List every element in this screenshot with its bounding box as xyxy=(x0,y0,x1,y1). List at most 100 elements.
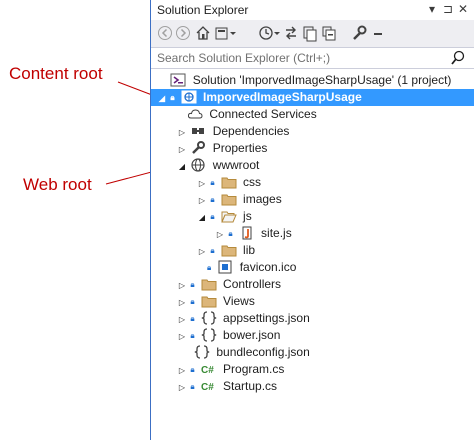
tree-item-label: images xyxy=(243,192,282,206)
lock-icon: 🔒︎ xyxy=(190,331,195,340)
tree-item-appsettings[interactable]: ▷ 🔒︎ appsettings.json xyxy=(177,310,310,327)
collapsed-arrow-icon[interactable]: ▷ xyxy=(177,124,187,141)
lock-icon: 🔒︎ xyxy=(190,280,195,289)
collapsed-arrow-icon[interactable]: ▷ xyxy=(197,243,207,260)
lock-icon: 🔒︎ xyxy=(210,212,215,221)
properties-button[interactable] xyxy=(351,24,367,42)
open-folder-icon xyxy=(220,209,237,223)
pending-changes-filter-button[interactable] xyxy=(258,24,282,42)
search-input[interactable]: Search Solution Explorer (Ctrl+;) xyxy=(151,48,474,69)
back-button[interactable] xyxy=(157,24,173,42)
collapsed-arrow-icon[interactable]: ▷ xyxy=(177,328,187,345)
tree-item-label: site.js xyxy=(261,226,292,240)
tree-item-program-cs[interactable]: ▷ 🔒︎ C# Program.cs xyxy=(177,361,284,378)
folder-icon xyxy=(201,277,217,291)
lock-icon: 🔒︎ xyxy=(190,382,195,391)
tree-item-startup-cs[interactable]: ▷ 🔒︎ C# Startup.cs xyxy=(177,378,277,395)
tree-item-views[interactable]: ▷ 🔒︎ Views xyxy=(177,293,255,310)
tree-item-properties[interactable]: ▷ Properties xyxy=(177,140,267,157)
web-root-label: Web root xyxy=(23,175,92,194)
tree-item-favicon[interactable]: 🔒︎ favicon.ico xyxy=(207,259,296,276)
tree-item-label: lib xyxy=(243,243,256,257)
collapsed-arrow-icon[interactable]: ▷ xyxy=(215,226,225,243)
tree-item-label: css xyxy=(243,175,262,189)
svg-text:C#: C# xyxy=(201,382,214,393)
lock-icon: 🔒︎ xyxy=(207,263,212,272)
tree-item-dependencies[interactable]: ▷ Dependencies xyxy=(177,123,290,141)
collapse-all-button[interactable] xyxy=(321,24,337,42)
javascript-file-icon xyxy=(239,226,255,240)
lock-icon: 🔒︎ xyxy=(170,93,175,102)
pin-icon[interactable]: ⊐ xyxy=(443,2,453,16)
tree-item-label: Program.cs xyxy=(223,362,285,376)
tree-item-controllers[interactable]: ▷ 🔒︎ Controllers xyxy=(177,276,281,293)
folder-icon xyxy=(221,175,237,189)
collapsed-arrow-icon[interactable]: ▷ xyxy=(177,141,187,158)
back-icon xyxy=(158,26,172,40)
collapsed-arrow-icon[interactable]: ▷ xyxy=(197,192,207,209)
folder-icon xyxy=(221,192,237,206)
tree-item-label: wwwroot xyxy=(212,158,260,172)
forward-button[interactable] xyxy=(175,24,191,42)
json-file-icon xyxy=(194,345,210,359)
tree-item-connected-services[interactable]: Connected Services xyxy=(187,106,317,123)
expanded-arrow-icon[interactable]: ◢ xyxy=(157,90,167,107)
panel-titlebar: Solution Explorer ▾ ⊐ ✕ xyxy=(151,0,474,19)
csharp-file-icon: C# xyxy=(201,362,217,376)
lock-icon: 🔒︎ xyxy=(190,314,195,323)
tree-item-label: bundleconfig.json xyxy=(216,345,310,359)
switch-views-button[interactable] xyxy=(214,24,238,42)
tree-item-project[interactable]: ◢ 🔒︎ ImporvedImageSharpUsage xyxy=(151,89,474,106)
content-root-label: Content root xyxy=(9,64,103,83)
tree-item-label: Views xyxy=(223,294,255,308)
tree-item-lib[interactable]: ▷ 🔒︎ lib xyxy=(197,242,255,259)
refresh-icon xyxy=(303,26,317,42)
collapsed-arrow-icon[interactable]: ▷ xyxy=(177,379,187,396)
tree-item-js[interactable]: ◢ 🔒︎ js xyxy=(197,208,252,225)
tree-item-wwwroot[interactable]: ◢ wwwroot xyxy=(177,157,259,174)
sync-icon xyxy=(286,26,296,40)
tree-item-label: appsettings.json xyxy=(223,311,310,325)
home-button[interactable] xyxy=(195,24,211,42)
collapsed-arrow-icon[interactable]: ▷ xyxy=(177,294,187,311)
collapsed-arrow-icon[interactable]: ▷ xyxy=(177,362,187,379)
tree-item-solution[interactable]: Solution 'ImporvedImageSharpUsage' (1 pr… xyxy=(157,72,451,89)
web-project-icon xyxy=(181,90,197,104)
expanded-arrow-icon[interactable]: ◢ xyxy=(177,158,187,175)
lock-icon: 🔒︎ xyxy=(228,229,233,238)
collapsed-arrow-icon[interactable]: ▷ xyxy=(177,277,187,294)
image-file-icon xyxy=(217,260,233,274)
tree-item-bower[interactable]: ▷ 🔒︎ bower.json xyxy=(177,327,280,344)
tree-item-label: Solution 'ImporvedImageSharpUsage' (1 pr… xyxy=(192,73,452,87)
folder-icon xyxy=(221,243,237,257)
switch-views-icon xyxy=(215,27,236,40)
close-icon[interactable]: ✕ xyxy=(458,2,468,16)
svg-text:C#: C# xyxy=(201,365,214,376)
forward-icon xyxy=(176,26,190,40)
wrench-icon xyxy=(353,25,367,40)
lock-icon: 🔒︎ xyxy=(210,195,215,204)
search-placeholder: Search Solution Explorer (Ctrl+;) xyxy=(157,51,331,65)
tree-item-label: Startup.cs xyxy=(223,379,278,393)
csharp-file-icon: C# xyxy=(201,379,217,393)
refresh-button[interactable] xyxy=(302,24,318,42)
home-icon xyxy=(196,26,210,40)
tree-item-bundleconfig[interactable]: bundleconfig.json xyxy=(194,344,310,361)
tree-item-site-js[interactable]: ▷ 🔒︎ site.js xyxy=(215,225,292,242)
collapsed-arrow-icon[interactable]: ▷ xyxy=(197,175,207,192)
tree-item-images[interactable]: ▷ 🔒︎ images xyxy=(197,191,282,208)
json-file-icon xyxy=(201,328,217,342)
tree-item-css[interactable]: ▷ 🔒︎ css xyxy=(197,174,261,191)
tree-item-label: bower.json xyxy=(223,328,281,342)
toolbar-overflow-button[interactable] xyxy=(372,24,384,42)
search-icon[interactable] xyxy=(450,49,466,67)
sync-button[interactable] xyxy=(283,24,299,42)
collapsed-arrow-icon[interactable]: ▷ xyxy=(177,311,187,328)
lock-icon: 🔒︎ xyxy=(190,365,195,374)
expanded-arrow-icon[interactable]: ◢ xyxy=(197,209,207,226)
dropdown-icon[interactable]: ▾ xyxy=(429,2,435,16)
tree-item-label: Properties xyxy=(212,141,268,155)
dependencies-icon xyxy=(190,124,206,138)
tree-item-label: favicon.ico xyxy=(239,260,297,274)
lock-icon: 🔒︎ xyxy=(190,297,195,306)
